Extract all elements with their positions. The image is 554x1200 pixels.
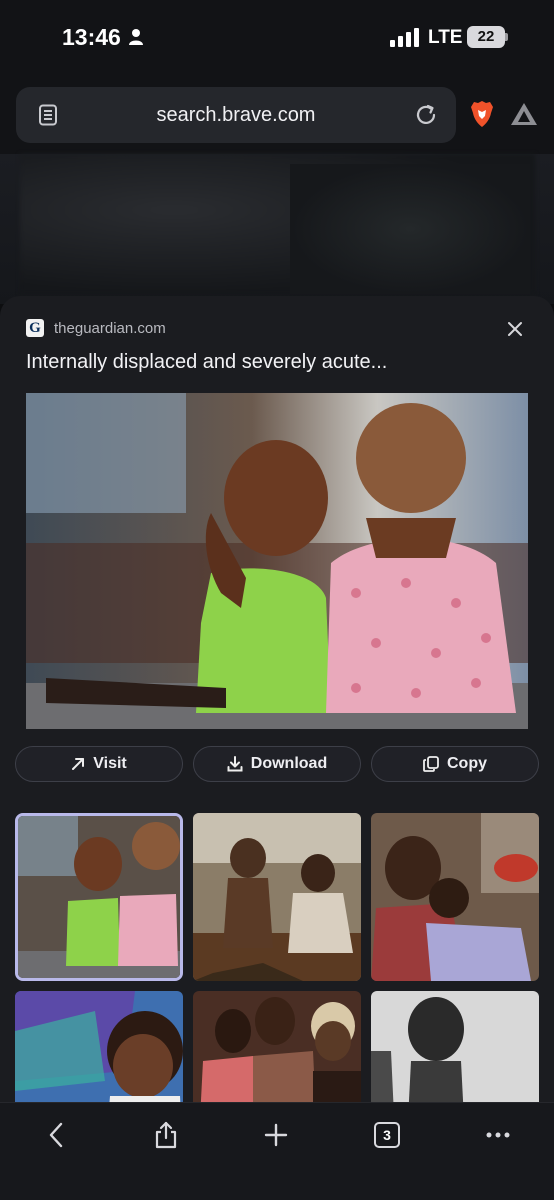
plus-icon <box>264 1123 288 1147</box>
person-icon <box>129 29 143 45</box>
thumbnail-image <box>371 813 539 981</box>
back-button[interactable] <box>36 1115 76 1155</box>
battery-indicator: 22 <box>467 26 505 48</box>
download-icon <box>227 756 243 772</box>
more-horizontal-icon <box>486 1132 510 1138</box>
main-image <box>26 393 528 729</box>
source-domain[interactable]: theguardian.com <box>54 320 166 337</box>
background-page <box>0 154 554 304</box>
background-image-secondary <box>290 164 530 294</box>
copy-button[interactable]: Copy <box>371 746 539 782</box>
thumbnail-image <box>193 813 361 981</box>
copy-icon <box>423 756 439 772</box>
new-tab-button[interactable] <box>256 1115 296 1155</box>
url-box[interactable]: search.brave.com <box>16 87 456 143</box>
close-icon[interactable] <box>506 320 524 338</box>
arrow-up-right-icon <box>72 758 85 770</box>
chevron-left-icon <box>49 1122 63 1148</box>
image-thumbnail-selected[interactable] <box>15 813 183 981</box>
image-actions: Visit Download Copy <box>15 746 539 782</box>
image-title: Internally displaced and severely acute.… <box>26 351 388 373</box>
url-text[interactable]: search.brave.com <box>16 104 456 127</box>
image-thumbnail[interactable] <box>193 813 361 981</box>
image-thumbnail[interactable] <box>371 813 539 981</box>
network-type: LTE <box>428 27 463 48</box>
share-icon <box>155 1121 177 1149</box>
status-time: 13:46 <box>62 24 121 50</box>
browser-screen: 13:46 LTE 22 search.brave.com G theguard… <box>0 0 554 1200</box>
tabs-button[interactable]: 3 <box>367 1115 407 1155</box>
share-button[interactable] <box>146 1115 186 1155</box>
status-bar: 13:46 LTE 22 <box>0 0 554 78</box>
download-button[interactable]: Download <box>193 746 361 782</box>
tab-count: 3 <box>374 1122 400 1148</box>
download-label: Download <box>250 755 328 772</box>
copy-label: Copy <box>447 755 487 772</box>
brave-rewards-icon[interactable] <box>510 102 538 126</box>
bottom-toolbar: 3 <box>0 1102 554 1200</box>
image-detail-sheet: G theguardian.com Internally displaced a… <box>0 296 554 1159</box>
source-favicon-icon: G <box>26 319 44 337</box>
battery-nub <box>505 33 508 41</box>
address-bar: search.brave.com <box>0 78 554 154</box>
menu-button[interactable] <box>478 1115 518 1155</box>
visit-button[interactable]: Visit <box>15 746 183 782</box>
thumbnail-image <box>18 816 180 978</box>
reload-icon[interactable] <box>414 103 438 127</box>
brave-shields-icon[interactable] <box>470 100 494 128</box>
signal-icon <box>390 28 419 47</box>
visit-label: Visit <box>93 755 127 772</box>
